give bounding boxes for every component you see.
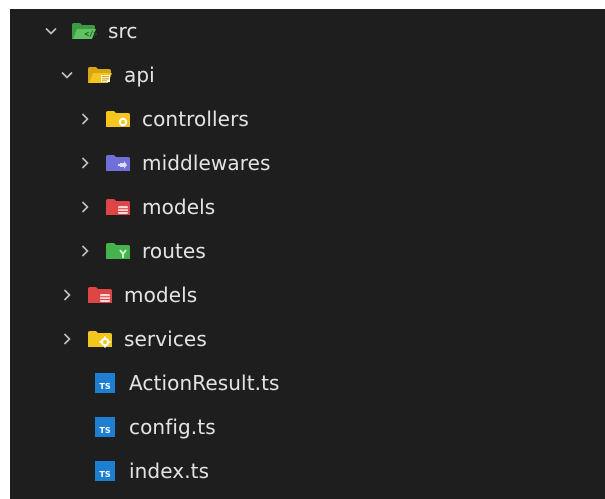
chevron-right-icon[interactable] bbox=[76, 242, 94, 260]
tree-item-label: index.ts bbox=[129, 459, 210, 483]
tree-item-label: api bbox=[124, 63, 155, 87]
tree-item-label: services bbox=[124, 327, 207, 351]
tree-item-middlewares[interactable]: middlewares bbox=[10, 141, 605, 185]
folder-database-icon bbox=[86, 284, 114, 306]
file-explorer: </> src api controllers middlewares mode… bbox=[10, 9, 605, 499]
folder-middleware-icon bbox=[104, 152, 132, 174]
tree-item-controllers[interactable]: controllers bbox=[10, 97, 605, 141]
tree-item-services[interactable]: services bbox=[10, 317, 605, 361]
folder-src-open-icon: </> bbox=[70, 20, 98, 42]
tree-item-label: middlewares bbox=[142, 151, 271, 175]
chevron-right-icon[interactable] bbox=[58, 286, 76, 304]
chevron-right-icon[interactable] bbox=[76, 110, 94, 128]
folder-api-open-icon bbox=[86, 64, 114, 86]
typescript-file-icon: TS bbox=[91, 372, 119, 394]
tree-item-label: models bbox=[142, 195, 216, 219]
ts-badge: TS bbox=[99, 382, 110, 391]
tree-item-label: ActionResult.ts bbox=[129, 371, 280, 395]
tree-item-routes[interactable]: routes bbox=[10, 229, 605, 273]
folder-database-icon bbox=[104, 196, 132, 218]
folder-services-icon bbox=[86, 328, 114, 350]
tree-item-src[interactable]: </> src bbox=[10, 9, 605, 53]
chevron-right-icon[interactable] bbox=[76, 154, 94, 172]
tree-item-label: src bbox=[108, 19, 138, 43]
tree-item-file[interactable]: TS config.ts bbox=[10, 405, 605, 449]
tree-item-api[interactable]: api bbox=[10, 53, 605, 97]
svg-text:</>: </> bbox=[85, 30, 98, 39]
typescript-file-icon: TS bbox=[91, 460, 119, 482]
file-tree: </> src api controllers middlewares mode… bbox=[10, 9, 605, 499]
chevron-down-icon[interactable] bbox=[58, 66, 76, 84]
tree-item-label: routes bbox=[142, 239, 206, 263]
typescript-file-icon: TS bbox=[91, 416, 119, 438]
chevron-right-icon[interactable] bbox=[76, 198, 94, 216]
tree-item-file[interactable]: TS index.ts bbox=[10, 449, 605, 493]
ts-badge: TS bbox=[99, 470, 110, 479]
ts-badge: TS bbox=[99, 426, 110, 435]
folder-routes-icon bbox=[104, 240, 132, 262]
chevron-down-icon[interactable] bbox=[42, 22, 60, 40]
tree-item-file[interactable]: TS ActionResult.ts bbox=[10, 361, 605, 405]
tree-item-label: models bbox=[124, 283, 198, 307]
tree-item-label: controllers bbox=[142, 107, 249, 131]
tree-item-label: config.ts bbox=[129, 415, 216, 439]
tree-item-models[interactable]: models bbox=[10, 273, 605, 317]
folder-controller-icon bbox=[104, 108, 132, 130]
chevron-right-icon[interactable] bbox=[58, 330, 76, 348]
tree-item-models[interactable]: models bbox=[10, 185, 605, 229]
